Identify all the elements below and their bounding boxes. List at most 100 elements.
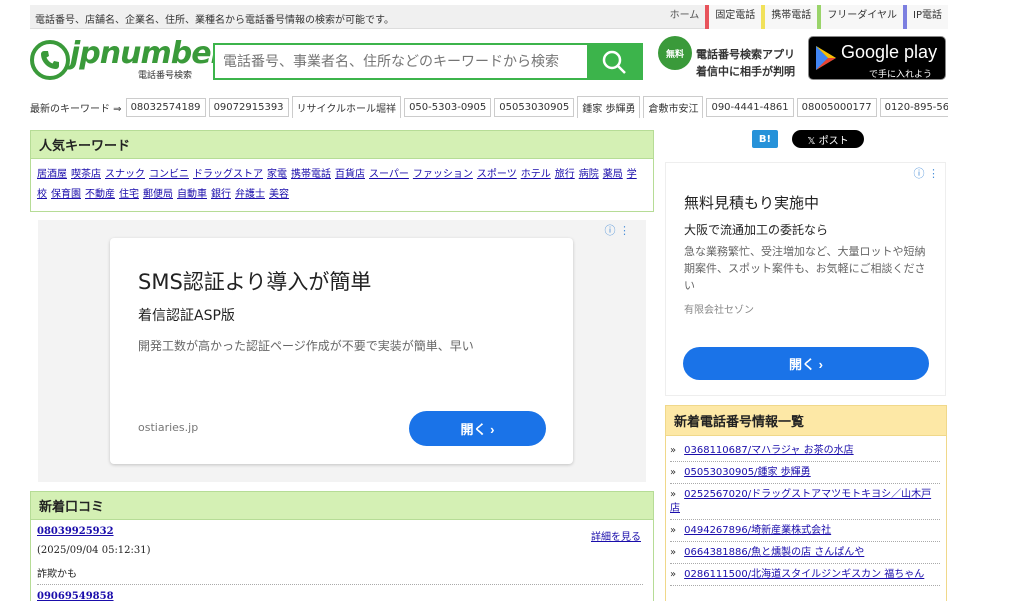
ad-headline: SMS認証より導入が簡単 — [138, 270, 372, 294]
keyword-link[interactable]: 鍾家 歩輝勇 — [577, 96, 641, 118]
review-divider — [37, 584, 643, 585]
popular-keyword-link[interactable]: ファッション — [413, 169, 473, 180]
ad-subhead: 着信認証ASP版 — [138, 308, 235, 324]
ad-description: 開発工数が高かった認証ページ作成が不要で実装が簡単、早い — [138, 339, 474, 353]
popular-keyword-link[interactable]: スーパー — [369, 169, 409, 180]
popular-keyword-link[interactable]: スナック — [105, 169, 145, 180]
new-number-item: » 0286111500/北海道スタイルジンギスカン 福ちゃん — [670, 564, 940, 586]
keyword-link[interactable]: 090-4441-4861 — [706, 97, 794, 117]
popular-keyword-link[interactable]: 弁護士 — [235, 189, 265, 200]
keyword-link[interactable]: 倉敷市安江 — [643, 96, 704, 118]
popular-keyword-link[interactable]: 家電 — [267, 169, 287, 180]
popular-keyword-link[interactable]: ホテル — [521, 169, 551, 180]
new-numbers-list: » 0368110687/マハラジャ お茶の水店 » 05053030905/鍾家 歩… — [666, 436, 946, 586]
keyword-link[interactable]: リサイクルホール堀祥 — [291, 96, 402, 118]
side-ad-advertiser: 有限会社セゾン — [684, 305, 754, 316]
google-play-sub: で手に入れよう — [869, 70, 933, 80]
hatena-bookmark-button[interactable]: B! — [752, 130, 778, 148]
popular-keyword-link[interactable]: コンビニ — [149, 169, 189, 180]
ad-info-icon[interactable]: ⓘ ⋮ — [914, 165, 940, 181]
popular-keyword-link[interactable]: 不動産 — [85, 189, 115, 200]
x-post-button[interactable]: 𝕏 ポスト — [792, 130, 864, 148]
site-logo[interactable]: jpnumber 電話番号検索 — [30, 36, 225, 82]
review-phone-link[interactable]: 08039925932 — [37, 526, 114, 537]
keyword-link[interactable]: 05053030905 — [494, 97, 575, 117]
app-promo[interactable]: 無料 電話番号検索アプリ 着信中に相手が判明 — [658, 36, 806, 80]
new-number-item: » 0252567020/ドラッグストアマツモトキヨシ／山木戸店 — [670, 484, 940, 520]
new-number-link[interactable]: 0494267896/埼新産業株式会社 — [684, 525, 831, 536]
popular-keyword-link[interactable]: ドラッグストア — [193, 169, 263, 180]
side-ad-open-button[interactable]: 開く › — [683, 347, 929, 380]
popular-keywords-title: 人気キーワード — [31, 131, 653, 159]
search-button[interactable] — [587, 45, 641, 78]
popular-keywords-list: 居酒屋 喫茶店 スナック コンビニ ドラッグストア 家電 携帯電話 百貨店 スーパー ファッション… — [31, 159, 653, 205]
new-numbers-title: 新着電話番号情報一覧 — [666, 406, 946, 436]
review-body: 詐欺かも — [37, 569, 77, 580]
site-description: 電話番号、店舗名、企業名、住所、業種名から電話番号情報の検索が可能です。 — [35, 15, 394, 26]
latest-keywords-bar: 最新のキーワード ⇒ 08032574189 09072915393 リサイクル… — [30, 96, 948, 118]
nav-freedial[interactable]: フリーダイヤル — [817, 5, 904, 29]
arrow-icon: » — [670, 467, 677, 478]
share-buttons: B! 𝕏 ポスト — [752, 130, 864, 148]
new-numbers-panel: 新着電話番号情報一覧 » 0368110687/マハラジャ お茶の水店 » 05053… — [665, 405, 947, 601]
arrow-icon: » — [670, 445, 677, 456]
side-ad[interactable]: ⓘ ⋮ 無料見積もり実施中 大阪で流通加工の委託なら 急な業務繁忙、受注増加など… — [665, 162, 946, 396]
google-play-title: Google play — [841, 42, 938, 62]
new-reviews-panel: 新着口コミ 08039925932 詳細を見る (2025/09/04 05:1… — [30, 491, 654, 602]
new-number-link[interactable]: 0368110687/マハラジャ お茶の水店 — [684, 445, 853, 456]
keyword-link[interactable]: 050-5303-0905 — [404, 97, 492, 117]
phone-icon — [30, 40, 70, 80]
popular-keyword-link[interactable]: 美容 — [269, 189, 289, 200]
review-detail-link[interactable]: 詳細を見る — [591, 528, 641, 543]
arrow-icon: » — [670, 547, 677, 558]
popular-keyword-link[interactable]: 居酒屋 — [37, 169, 67, 180]
arrow-icon: » — [670, 489, 677, 500]
search-input[interactable] — [215, 45, 587, 78]
popular-keyword-link[interactable]: 喫茶店 — [71, 169, 101, 180]
arrow-icon: » — [670, 525, 677, 536]
nav-ip-phone[interactable]: IP電話 — [903, 5, 948, 29]
app-promo-line2: 着信中に相手が判明 — [696, 65, 795, 78]
keyword-link[interactable]: 0120-895-560 — [879, 97, 948, 117]
popular-keyword-link[interactable]: 保育園 — [51, 189, 81, 200]
popular-keyword-link[interactable]: 携帯電話 — [291, 169, 331, 180]
keyword-link[interactable]: 09072915393 — [208, 97, 289, 117]
keyword-link[interactable]: 08032574189 — [125, 97, 206, 117]
top-info-bar: 電話番号、店舗名、企業名、住所、業種名から電話番号情報の検索が可能です。 ホーム… — [30, 5, 948, 29]
logo-wordmark: jpnumber — [70, 36, 225, 71]
review-item: 08039925932 詳細を見る (2025/09/04 05:12:31) … — [31, 520, 653, 602]
popular-keyword-link[interactable]: 病院 — [579, 169, 599, 180]
nav-mobile[interactable]: 携帯電話 — [761, 5, 818, 29]
keyword-link[interactable]: 08005000177 — [796, 97, 877, 117]
new-number-link[interactable]: 0664381886/魚と燻製の店 さんぱんや — [684, 547, 864, 558]
popular-keyword-link[interactable]: 百貨店 — [335, 169, 365, 180]
new-number-item: » 05053030905/鍾家 歩輝勇 — [670, 462, 940, 484]
review-phone-link[interactable]: 09069549858 — [37, 591, 643, 602]
popular-keyword-link[interactable]: 自動車 — [177, 189, 207, 200]
popular-keyword-link[interactable]: 薬局 — [603, 169, 623, 180]
popular-keywords-panel: 人気キーワード 居酒屋 喫茶店 スナック コンビニ ドラッグストア 家電 携帯電話 百貨店 スー… — [30, 130, 654, 212]
app-promo-line1: 電話番号検索アプリ — [696, 48, 795, 61]
ad-domain: ostiaries.jp — [138, 421, 199, 434]
popular-keyword-link[interactable]: 住宅 — [119, 189, 139, 200]
google-play-icon — [816, 46, 836, 70]
nav-landline[interactable]: 固定電話 — [705, 5, 762, 29]
new-number-item: » 0368110687/マハラジャ お茶の水店 — [670, 440, 940, 462]
new-number-item: » 0494267896/埼新産業株式会社 — [670, 520, 940, 542]
side-ad-headline: 無料見積もり実施中 — [684, 194, 820, 212]
new-number-link[interactable]: 0286111500/北海道スタイルジンギスカン 福ちゃん — [684, 569, 924, 580]
side-ad-subhead: 大阪で流通加工の委託なら — [684, 223, 829, 237]
popular-keyword-link[interactable]: 郵便局 — [143, 189, 173, 200]
ad-card[interactable]: SMS認証より導入が簡単 着信認証ASP版 開発工数が高かった認証ページ作成が不… — [110, 238, 573, 464]
google-play-badge[interactable]: Google play で手に入れよう — [808, 36, 946, 80]
ad-info-icon[interactable]: ⓘ ⋮ — [605, 222, 631, 238]
popular-keyword-link[interactable]: 旅行 — [555, 169, 575, 180]
top-nav: ホーム 固定電話 携帯電話 フリーダイヤル IP電話 — [664, 5, 948, 29]
ad-open-button[interactable]: 開く › — [409, 411, 546, 446]
popular-keyword-link[interactable]: 銀行 — [211, 189, 231, 200]
new-number-link[interactable]: 0252567020/ドラッグストアマツモトキヨシ／山木戸店 — [670, 489, 931, 514]
main-ad: ⓘ ⋮ SMS認証より導入が簡単 着信認証ASP版 開発工数が高かった認証ページ… — [38, 220, 646, 482]
popular-keyword-link[interactable]: スポーツ — [477, 169, 517, 180]
new-number-link[interactable]: 05053030905/鍾家 歩輝勇 — [684, 467, 811, 478]
nav-home[interactable]: ホーム — [664, 5, 706, 29]
